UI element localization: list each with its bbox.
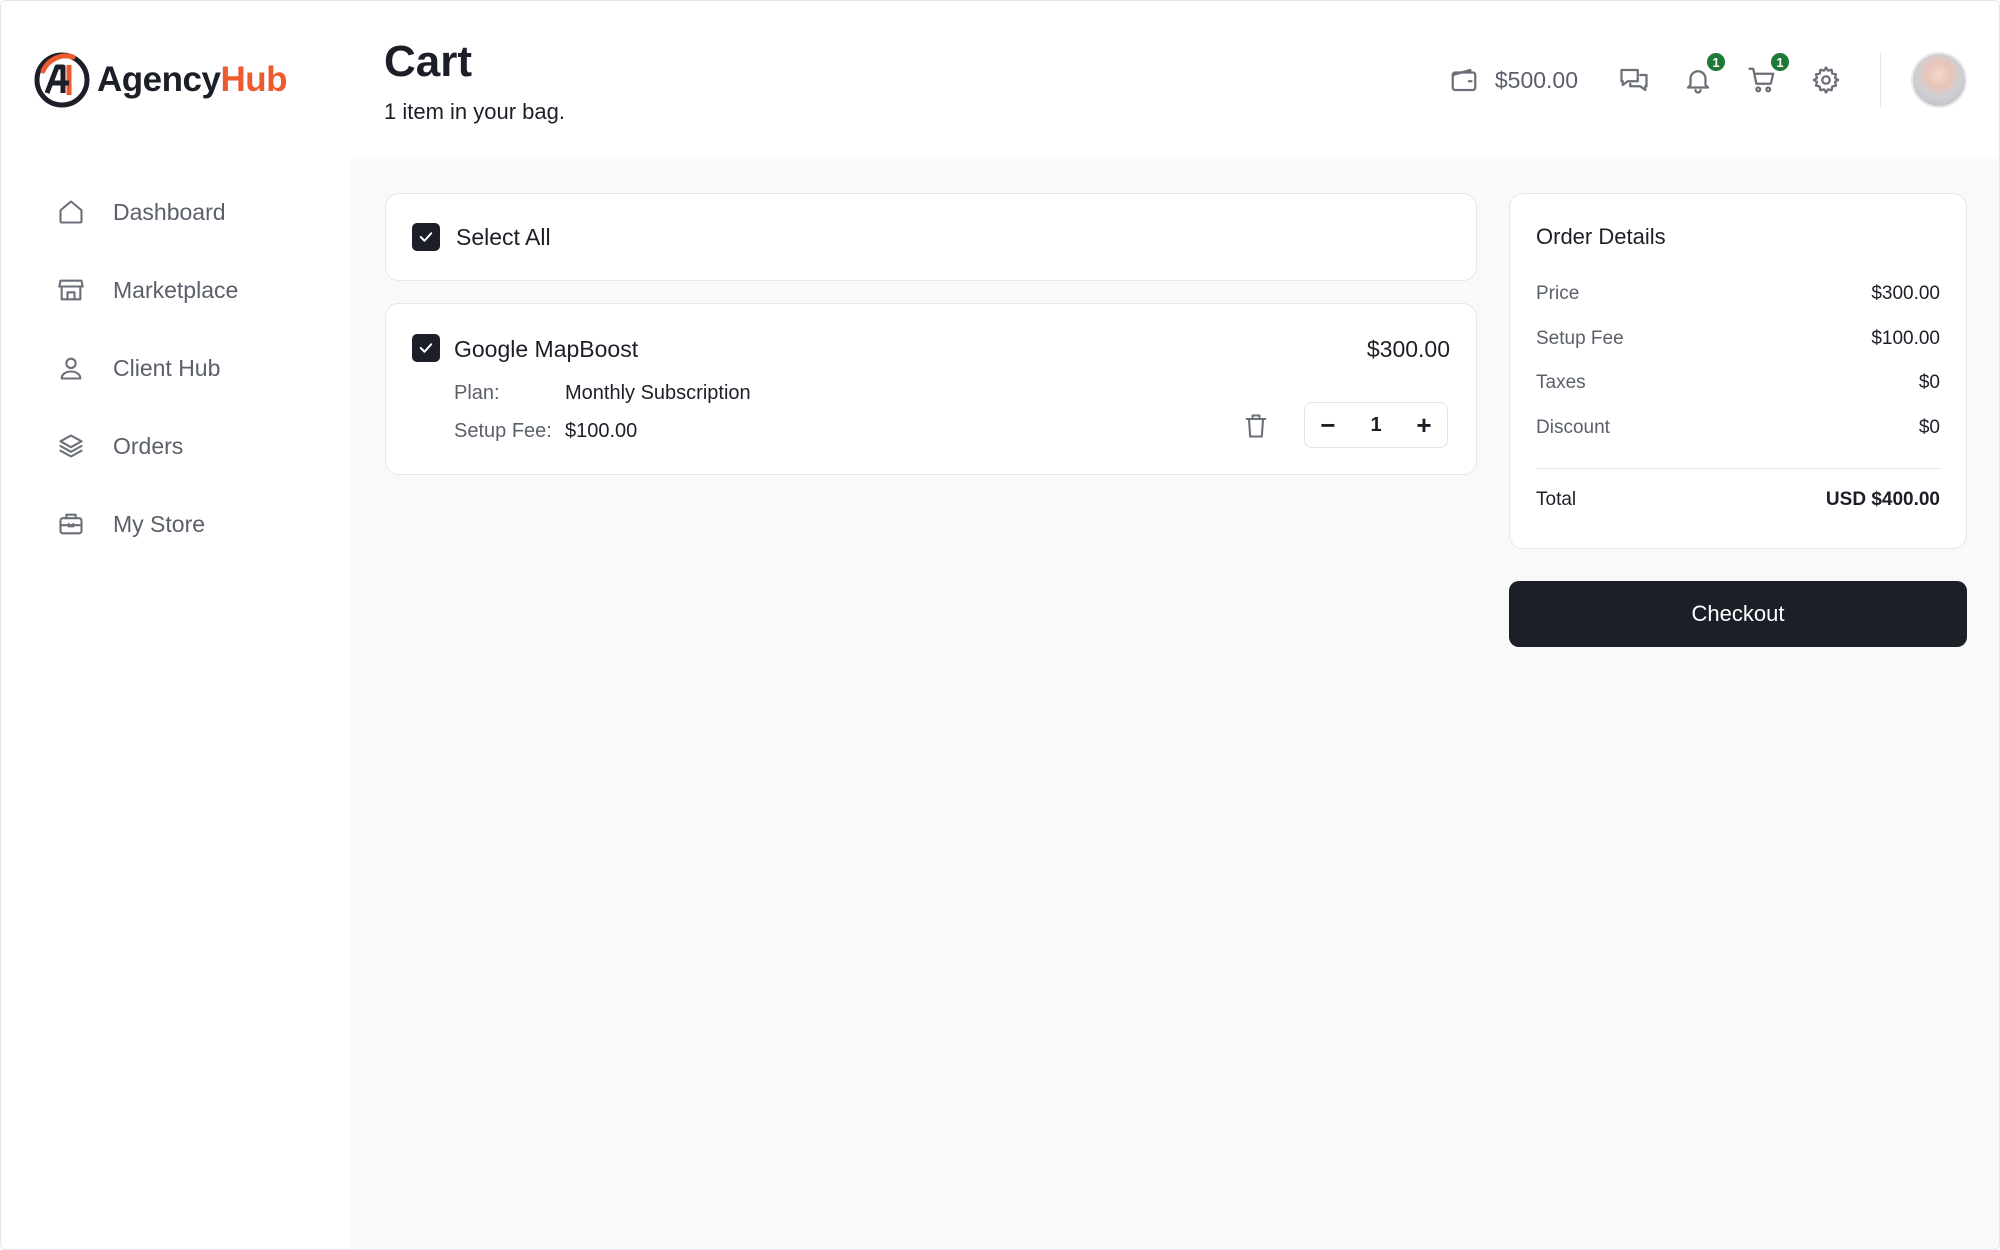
brand-logo[interactable]: AgencyHub [33, 51, 287, 109]
summary-total: Total USD $400.00 [1536, 489, 1940, 511]
trash-icon[interactable] [1242, 412, 1270, 440]
brand-name: AgencyHub [97, 60, 287, 100]
wallet-balance[interactable]: $500.00 [1449, 65, 1578, 95]
sidebar-item-label: Orders [113, 432, 184, 459]
total-value: USD $400.00 [1825, 489, 1940, 510]
summary-value: $100.00 [1871, 327, 1940, 349]
main-content: Select All Google MapBoost $300.00 Plan:… [351, 159, 1999, 1249]
summary-label: Discount [1536, 416, 1610, 438]
quantity-value[interactable]: 1 [1370, 414, 1381, 437]
top-toolbar: $500.00 1 1 [1449, 51, 1967, 109]
store-icon [58, 279, 84, 301]
order-details-card: Order Details Price $300.00 Setup Fee $1… [1509, 193, 1967, 549]
select-all-label: Select All [456, 223, 551, 250]
chat-icon [1620, 68, 1648, 92]
summary-label: Setup Fee [1536, 327, 1624, 349]
sidebar-item-client-hub[interactable]: Client Hub [57, 329, 238, 407]
wallet-icon [1451, 68, 1477, 92]
summary-row-setup-fee: Setup Fee $100.00 [1536, 317, 1940, 362]
summary-label: Taxes [1536, 372, 1586, 394]
cart-button[interactable]: 1 [1747, 51, 1791, 95]
wallet-amount: $500.00 [1494, 66, 1578, 93]
cart-item-setup-fee: Setup Fee: $100.00 [454, 420, 637, 443]
order-details-title: Order Details [1536, 224, 1666, 249]
check-icon [419, 232, 433, 242]
cart-item-price: $300.00 [1366, 336, 1450, 362]
quantity-stepper: − 1 + [1304, 402, 1448, 448]
user-icon [60, 357, 82, 380]
cart-item-checkbox[interactable] [412, 334, 440, 362]
page-title: Cart [384, 37, 473, 86]
cart-badge: 1 [1769, 51, 1791, 73]
summary-row-price: Price $300.00 [1536, 272, 1940, 317]
briefcase-icon [59, 513, 83, 535]
notifications-badge: 1 [1705, 51, 1727, 73]
sidebar-item-dashboard[interactable]: Dashboard [57, 173, 238, 251]
cart-item: Google MapBoost $300.00 Plan: Monthly Su… [385, 303, 1477, 475]
settings-button[interactable] [1811, 65, 1841, 95]
summary-label: Price [1536, 283, 1580, 305]
sidebar-item-my-store[interactable]: My Store [57, 485, 238, 563]
cart-item-name: Google MapBoost [454, 336, 639, 362]
sidebar-nav: Dashboard Marketplace Client Hub Orders … [57, 173, 238, 563]
layers-icon [59, 434, 83, 458]
select-all-card: Select All [385, 193, 1477, 281]
summary-value: $0 [1918, 372, 1940, 394]
brand-name-part2: Hub [220, 60, 287, 99]
sidebar-item-label: Marketplace [113, 276, 239, 303]
summary-row-discount: Discount $0 [1536, 406, 1940, 451]
cart-item-plan: Plan: Monthly Subscription [454, 382, 751, 405]
total-label: Total [1536, 489, 1577, 510]
decrement-button[interactable]: − [1305, 403, 1351, 447]
gear-icon [1812, 66, 1840, 94]
increment-button[interactable]: + [1401, 403, 1447, 447]
summary-divider [1536, 468, 1940, 469]
summary-value: $300.00 [1871, 283, 1940, 305]
sidebar-item-orders[interactable]: Orders [57, 407, 238, 485]
page-subtitle: 1 item in your bag. [384, 99, 565, 124]
sidebar-item-marketplace[interactable]: Marketplace [57, 251, 238, 329]
messages-button[interactable] [1619, 65, 1649, 95]
setup-fee-value: $100.00 [565, 420, 638, 442]
plan-label: Plan: [454, 382, 500, 404]
sidebar-item-label: Client Hub [113, 354, 221, 381]
sidebar-item-label: My Store [113, 510, 206, 537]
summary-value: $0 [1918, 416, 1940, 438]
toolbar-divider [1880, 52, 1881, 108]
check-icon [419, 343, 433, 353]
checkout-button[interactable]: Checkout [1509, 581, 1967, 647]
app-window: AgencyHub Dashboard Marketplace Client H… [0, 0, 2000, 1250]
sidebar: AgencyHub Dashboard Marketplace Client H… [1, 1, 351, 1249]
sidebar-item-label: Dashboard [113, 198, 226, 225]
agencyhub-logo-icon [34, 52, 90, 108]
home-icon [59, 200, 83, 224]
avatar[interactable] [1911, 52, 1967, 108]
setup-fee-label: Setup Fee: [454, 420, 552, 442]
brand-name-part1: Agency [97, 60, 221, 99]
summary-row-taxes: Taxes $0 [1536, 361, 1940, 406]
select-all-checkbox[interactable] [412, 223, 440, 251]
plan-value: Monthly Subscription [565, 382, 751, 404]
notifications-button[interactable]: 1 [1683, 51, 1727, 95]
